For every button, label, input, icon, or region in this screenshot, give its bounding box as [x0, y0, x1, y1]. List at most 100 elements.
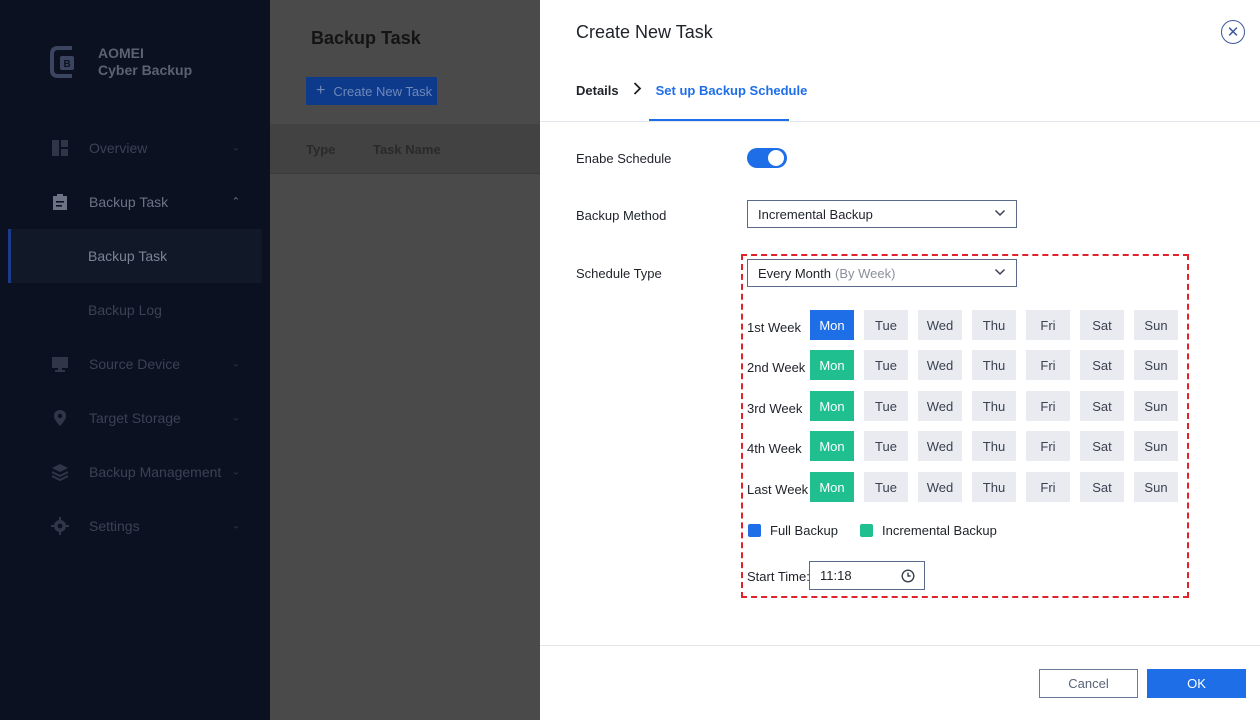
day-button[interactable]: Sun: [1134, 431, 1178, 461]
sidebar-item-label: Backup Management: [89, 464, 222, 480]
legend-full-backup: Full Backup: [748, 523, 838, 538]
day-button[interactable]: Mon: [810, 391, 854, 421]
cancel-button[interactable]: Cancel: [1039, 669, 1138, 698]
day-button[interactable]: Wed: [918, 350, 962, 380]
create-new-task-button[interactable]: + Create New Task: [306, 77, 437, 105]
dashboard-icon: [50, 138, 70, 158]
day-button[interactable]: Mon: [810, 472, 854, 502]
chevron-down-icon: ⌄: [231, 358, 240, 370]
day-button[interactable]: Mon: [810, 310, 854, 340]
app-name: AOMEI Cyber Backup: [98, 45, 192, 79]
chevron-down-icon: ⌄: [231, 520, 240, 532]
sidebar-item-overview[interactable]: Overview ⌄: [0, 121, 270, 175]
start-time-input[interactable]: 11:18: [809, 561, 925, 590]
app-name-line2: Cyber Backup: [98, 62, 193, 78]
sidebar-item-settings[interactable]: Settings ⌄: [0, 499, 270, 553]
start-time-label: Start Time:: [747, 569, 810, 584]
clipboard-icon: [50, 192, 70, 212]
tab-details[interactable]: Details: [576, 83, 619, 98]
step-tabs: Details Set up Backup Schedule: [576, 80, 807, 100]
day-button[interactable]: Fri: [1026, 350, 1070, 380]
day-button[interactable]: Sat: [1080, 472, 1124, 502]
day-button[interactable]: Tue: [864, 472, 908, 502]
legend-swatch-incremental: [860, 524, 873, 537]
start-time-value: 11:18: [820, 568, 852, 583]
close-icon: ✕: [1226, 23, 1240, 41]
sidebar-item-source-device[interactable]: Source Device ⌄: [0, 337, 270, 391]
main-content: Backup Task + Create New Task Type Task …: [270, 0, 540, 720]
gear-icon: [50, 516, 70, 536]
day-button[interactable]: Sun: [1134, 472, 1178, 502]
enable-schedule-toggle[interactable]: [747, 148, 787, 168]
page-title: Backup Task: [311, 28, 421, 48]
day-button[interactable]: Fri: [1026, 310, 1070, 340]
day-button[interactable]: Tue: [864, 310, 908, 340]
tab-set-up-backup-schedule[interactable]: Set up Backup Schedule: [656, 83, 808, 98]
day-button[interactable]: Tue: [864, 350, 908, 380]
day-button[interactable]: Thu: [972, 431, 1016, 461]
create-new-task-label: Create New Task: [333, 83, 433, 99]
sidebar-item-label: Settings: [89, 518, 140, 534]
day-button[interactable]: Sat: [1080, 431, 1124, 461]
legend-label-full: Full Backup: [770, 523, 838, 538]
chevron-down-icon: [994, 268, 1006, 276]
day-button[interactable]: Tue: [864, 431, 908, 461]
week-label: 4th Week: [747, 441, 802, 456]
sidebar-item-backup-task[interactable]: Backup Task ⌃: [0, 175, 270, 229]
backup-method-select[interactable]: Incremental Backup: [747, 200, 1017, 228]
day-button[interactable]: Fri: [1026, 472, 1070, 502]
location-pin-icon: [50, 408, 70, 428]
chevron-down-icon: ⌄: [231, 142, 240, 154]
day-button[interactable]: Wed: [918, 310, 962, 340]
svg-text:B: B: [64, 59, 71, 70]
toggle-knob: [768, 150, 784, 166]
day-button[interactable]: Sat: [1080, 350, 1124, 380]
sidebar-item-label: Source Device: [89, 356, 181, 372]
day-button[interactable]: Tue: [864, 391, 908, 421]
create-task-panel: Create New Task ✕ Details Set up Backup …: [540, 0, 1260, 720]
day-button[interactable]: Sun: [1134, 350, 1178, 380]
ok-button[interactable]: OK: [1147, 669, 1246, 698]
sidebar-item-label: Backup Log: [88, 302, 162, 318]
task-table-header: Type Task Name: [270, 124, 540, 174]
day-button[interactable]: Thu: [972, 472, 1016, 502]
clock-icon: [901, 569, 915, 583]
week-label: 2nd Week: [747, 360, 806, 375]
day-button[interactable]: Mon: [810, 431, 854, 461]
legend-swatch-full: [748, 524, 761, 537]
divider: [540, 121, 1260, 122]
day-button[interactable]: Sun: [1134, 310, 1178, 340]
close-button[interactable]: ✕: [1221, 20, 1245, 44]
backup-method-label: Backup Method: [576, 208, 667, 223]
day-button[interactable]: Wed: [918, 391, 962, 421]
sidebar-item-target-storage[interactable]: Target Storage ⌄: [0, 391, 270, 445]
day-button[interactable]: Mon: [810, 350, 854, 380]
day-button[interactable]: Fri: [1026, 431, 1070, 461]
sidebar-item-label: Overview: [89, 140, 148, 156]
day-button[interactable]: Sat: [1080, 310, 1124, 340]
sidebar-item-label: Target Storage: [89, 410, 181, 426]
sidebar-subitem-backup-log[interactable]: Backup Log: [0, 283, 270, 337]
day-button[interactable]: Sat: [1080, 391, 1124, 421]
sidebar-subitem-backup-task[interactable]: Backup Task: [8, 229, 262, 283]
schedule-type-select[interactable]: Every Month (By Week): [747, 259, 1017, 287]
schedule-highlight-box: [741, 254, 1189, 598]
week-label: 3rd Week: [747, 401, 803, 416]
day-button[interactable]: Thu: [972, 391, 1016, 421]
aomei-logo-icon: B: [48, 44, 84, 80]
footer-divider: [540, 645, 1260, 646]
legend-label-incremental: Incremental Backup: [882, 523, 997, 538]
chevron-right-icon: [633, 82, 642, 98]
day-button[interactable]: Wed: [918, 472, 962, 502]
chevron-down-icon: ⌄: [231, 412, 240, 424]
sidebar-item-backup-management[interactable]: Backup Management ⌄: [0, 445, 270, 499]
day-button[interactable]: Thu: [972, 350, 1016, 380]
legend-incremental-backup: Incremental Backup: [860, 523, 997, 538]
day-button[interactable]: Sun: [1134, 391, 1178, 421]
day-button[interactable]: Fri: [1026, 391, 1070, 421]
panel-title: Create New Task: [576, 22, 713, 42]
day-button[interactable]: Wed: [918, 431, 962, 461]
app-name-line1: AOMEI: [98, 45, 144, 61]
enable-schedule-label: Enabe Schedule: [576, 151, 672, 166]
day-button[interactable]: Thu: [972, 310, 1016, 340]
